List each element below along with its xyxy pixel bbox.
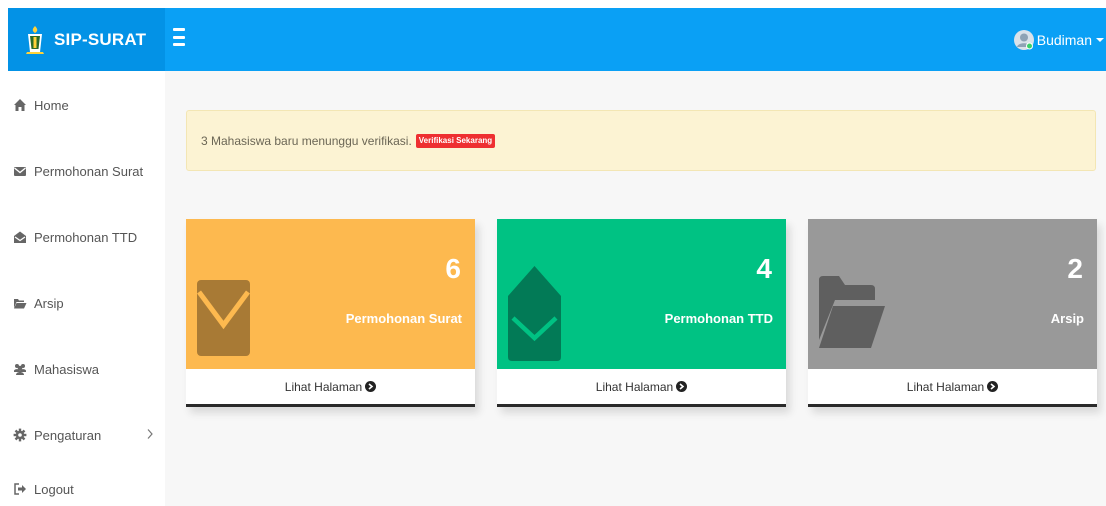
card-count: 2 [1067, 253, 1083, 284]
arrow-circle-right-icon [365, 381, 377, 392]
card-header: 4 Permohonan TTD [497, 219, 786, 369]
sidebar-item-home[interactable]: Home [8, 85, 165, 125]
verification-alert: 3 Mahasiswa baru menunggu verifikasi. Ve… [186, 110, 1096, 171]
footer-label: Lihat Halaman [906, 379, 985, 394]
card-label: Permohonan TTD [664, 311, 773, 326]
sign-out-icon [13, 482, 27, 496]
sidebar-item-pengaturan[interactable]: Pengaturan [8, 415, 165, 455]
envelope-open-icon [13, 230, 27, 244]
user-name: Budiman [1036, 31, 1092, 48]
chevron-right-icon [147, 429, 153, 439]
sidebar-item-label: Home [34, 97, 69, 113]
card-permohonan-surat: 6 Permohonan Surat Lihat Halaman [186, 219, 475, 407]
sidebar-item-permohonan-ttd[interactable]: Permohonan TTD [8, 217, 165, 257]
avatar [1013, 29, 1034, 50]
sidebar-item-arsip[interactable]: Arsip [8, 283, 165, 323]
alert-text: 3 Mahasiswa baru menunggu verifikasi. [201, 133, 412, 148]
card-permohonan-ttd: 4 Permohonan TTD Lihat Halaman [497, 219, 786, 407]
view-page-link[interactable]: Lihat Halaman [186, 369, 475, 407]
verify-now-button[interactable]: Verifikasi Sekarang [415, 133, 496, 148]
arrow-circle-right-icon [676, 381, 688, 392]
footer-label: Lihat Halaman [595, 379, 674, 394]
card-header: 2 Arsip [808, 219, 1097, 369]
user-menu[interactable]: Budiman [1013, 8, 1106, 71]
sidebar-item-permohonan-surat[interactable]: Permohonan Surat [8, 151, 165, 191]
envelope-icon [197, 280, 250, 356]
sidebar-item-mahasiswa[interactable]: Mahasiswa [8, 349, 165, 389]
sidebar-item-logout[interactable]: Logout [8, 469, 165, 506]
card-label: Arsip [1050, 311, 1084, 326]
home-icon [13, 98, 27, 112]
footer-label: Lihat Halaman [284, 379, 363, 394]
gear-icon [13, 428, 27, 442]
card-count: 4 [756, 253, 772, 284]
view-page-link[interactable]: Lihat Halaman [808, 369, 1097, 407]
arrow-circle-right-icon [987, 381, 999, 392]
envelope-icon [13, 164, 27, 178]
top-navbar: SIP-SURAT Budiman [8, 8, 1106, 71]
card-label: Permohonan Surat [345, 311, 462, 326]
card-arsip: 2 Arsip Lihat Halaman [808, 219, 1097, 407]
envelope-open-icon [508, 266, 561, 361]
app-shell: SIP-SURAT Budiman Home Permohonan Surat … [8, 8, 1106, 506]
sidebar-item-label: Permohonan TTD [34, 229, 138, 245]
university-logo-icon [26, 25, 44, 54]
sidebar-item-label: Permohonan Surat [34, 163, 144, 179]
sidebar-item-label: Arsip [34, 295, 64, 311]
folder-open-icon [13, 296, 27, 310]
chevron-down-icon [1096, 37, 1104, 42]
users-icon [13, 362, 27, 376]
card-count: 6 [445, 253, 461, 284]
sidebar: Home Permohonan Surat Permohonan TTD Ars… [8, 71, 165, 506]
sidebar-item-label: Mahasiswa [34, 361, 100, 377]
menu-toggle-icon[interactable] [173, 28, 185, 46]
folder-open-icon [819, 276, 885, 348]
card-header: 6 Permohonan Surat [186, 219, 475, 369]
sidebar-item-label: Pengaturan [34, 427, 102, 443]
brand-name: SIP-SURAT [54, 29, 147, 49]
brand[interactable]: SIP-SURAT [8, 8, 165, 71]
view-page-link[interactable]: Lihat Halaman [497, 369, 786, 407]
sidebar-item-label: Logout [34, 481, 74, 497]
